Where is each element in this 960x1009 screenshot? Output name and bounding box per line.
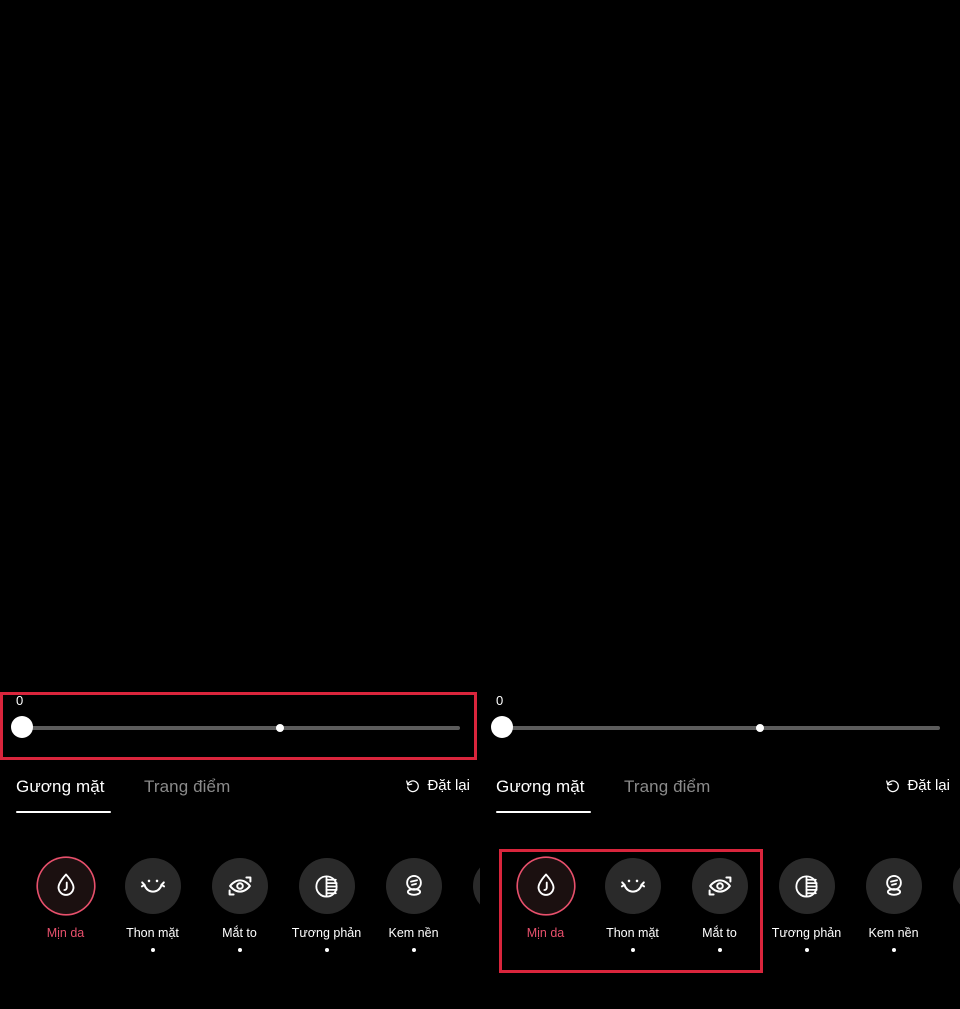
effect-dot-indicator bbox=[891, 948, 896, 952]
effect-item-more[interactable] bbox=[937, 858, 960, 936]
effect-icon-circle[interactable] bbox=[385, 858, 442, 914]
contrast-circle-icon bbox=[312, 872, 341, 901]
effect-label: Mắt to bbox=[222, 926, 257, 940]
slider-track[interactable] bbox=[22, 726, 460, 730]
effects-strip[interactable]: Mịn da Thon mặt Mắt to Tương phản Kem nề… bbox=[480, 858, 960, 978]
effect-label: Mịn da bbox=[526, 926, 565, 940]
effect-icon-circle[interactable] bbox=[37, 858, 94, 914]
effect-item-big-eyes[interactable]: Mắt to bbox=[676, 858, 763, 952]
photo-preview-area[interactable] bbox=[480, 0, 960, 692]
tab-makeup[interactable]: Trang điểm bbox=[624, 776, 710, 798]
category-tabs-row: Gương mặt Trang điểm Đặt lại bbox=[0, 764, 480, 826]
reset-icon bbox=[885, 778, 901, 794]
right-panel: 0 Gương mặt Trang điểm Đặt lại Mịn da Th… bbox=[480, 0, 960, 1009]
effect-dot-indicator bbox=[64, 948, 68, 952]
effect-item-contrast[interactable]: Tương phản bbox=[283, 858, 370, 952]
reset-button[interactable]: Đặt lại bbox=[405, 776, 470, 796]
slider-value-label: 0 bbox=[496, 693, 504, 708]
effect-item-slim-face[interactable]: Thon mặt bbox=[589, 858, 676, 952]
effect-icon-circle[interactable] bbox=[691, 858, 748, 914]
effect-icon-circle[interactable] bbox=[604, 858, 661, 914]
effect-icon-circle[interactable] bbox=[778, 858, 835, 914]
effect-label: Thon mặt bbox=[126, 926, 179, 940]
effect-icon-circle[interactable] bbox=[517, 858, 574, 914]
effects-strip[interactable]: Mịn da Thon mặt Mắt to Tương phản Kem nề… bbox=[0, 858, 480, 978]
slider-midpoint-marker bbox=[756, 724, 765, 732]
effect-item-foundation[interactable]: Kem nền bbox=[370, 858, 457, 952]
contrast-circle-icon bbox=[792, 872, 821, 901]
active-tab-underline bbox=[16, 811, 111, 813]
category-tabs-row: Gương mặt Trang điểm Đặt lại bbox=[480, 764, 960, 826]
effect-dot-indicator bbox=[324, 948, 329, 952]
intensity-slider-row: 0 bbox=[0, 692, 480, 760]
water-drop-icon bbox=[51, 871, 81, 901]
tab-makeup[interactable]: Trang điểm bbox=[144, 776, 230, 798]
effect-item-big-eyes[interactable]: Mắt to bbox=[196, 858, 283, 952]
intensity-slider-row: 0 bbox=[480, 692, 960, 760]
eye-icon bbox=[224, 870, 256, 902]
water-drop-icon bbox=[531, 871, 561, 901]
effect-icon-circle[interactable] bbox=[865, 858, 922, 914]
effect-dot-indicator bbox=[717, 948, 722, 952]
effect-icon-circle[interactable] bbox=[298, 858, 355, 914]
effect-item-contrast[interactable]: Tương phản bbox=[763, 858, 850, 952]
reset-button[interactable]: Đặt lại bbox=[885, 776, 950, 796]
effect-icon-circle[interactable] bbox=[952, 858, 960, 914]
effect-icon-circle[interactable] bbox=[124, 858, 181, 914]
effect-dot-indicator bbox=[150, 948, 155, 952]
reset-label: Đặt lại bbox=[907, 777, 950, 794]
effect-dot-indicator bbox=[804, 948, 809, 952]
left-panel: 0 Gương mặt Trang điểm Đặt lại Mịn da Th… bbox=[0, 0, 480, 1009]
intensity-slider[interactable] bbox=[11, 716, 460, 738]
effect-label: Mắt to bbox=[702, 926, 737, 940]
effect-label: Mịn da bbox=[46, 926, 85, 940]
effect-icon-circle[interactable] bbox=[211, 858, 268, 914]
intensity-slider[interactable] bbox=[491, 716, 940, 738]
effect-label: Kem nền bbox=[868, 926, 919, 940]
active-tab-underline bbox=[496, 811, 591, 813]
slider-value-label: 0 bbox=[16, 693, 24, 708]
effect-dot-indicator bbox=[544, 948, 548, 952]
effect-label: Kem nền bbox=[388, 926, 439, 940]
reset-label: Đặt lại bbox=[427, 777, 470, 794]
effect-icon-circle[interactable] bbox=[472, 858, 480, 914]
effect-dot-indicator bbox=[630, 948, 635, 952]
slider-thumb[interactable] bbox=[491, 716, 513, 738]
smiley-face-icon bbox=[617, 870, 649, 902]
foundation-compact-icon bbox=[399, 871, 429, 901]
slider-midpoint-marker bbox=[276, 724, 285, 732]
effect-dot-indicator bbox=[411, 948, 416, 952]
effect-item-smooth-skin[interactable]: Mịn da bbox=[502, 858, 589, 952]
dual-panel-screenshot: 0 Gương mặt Trang điểm Đặt lại Mịn da Th… bbox=[0, 0, 960, 1009]
effect-item-foundation[interactable]: Kem nền bbox=[850, 858, 937, 952]
effect-item-slim-face[interactable]: Thon mặt bbox=[109, 858, 196, 952]
eye-icon bbox=[704, 870, 736, 902]
tab-face[interactable]: Gương mặt bbox=[496, 776, 585, 798]
tab-face[interactable]: Gương mặt bbox=[16, 776, 105, 798]
slider-thumb[interactable] bbox=[11, 716, 33, 738]
reset-icon bbox=[405, 778, 421, 794]
effect-label: Thon mặt bbox=[606, 926, 659, 940]
effect-label: Tương phản bbox=[771, 926, 842, 940]
smiley-face-icon bbox=[137, 870, 169, 902]
foundation-compact-icon bbox=[879, 871, 909, 901]
effect-item-smooth-skin[interactable]: Mịn da bbox=[22, 858, 109, 952]
effect-dot-indicator bbox=[237, 948, 242, 952]
effect-item-more[interactable] bbox=[457, 858, 480, 936]
photo-preview-area[interactable] bbox=[0, 0, 480, 692]
effect-label: Tương phản bbox=[291, 926, 362, 940]
slider-track[interactable] bbox=[502, 726, 940, 730]
